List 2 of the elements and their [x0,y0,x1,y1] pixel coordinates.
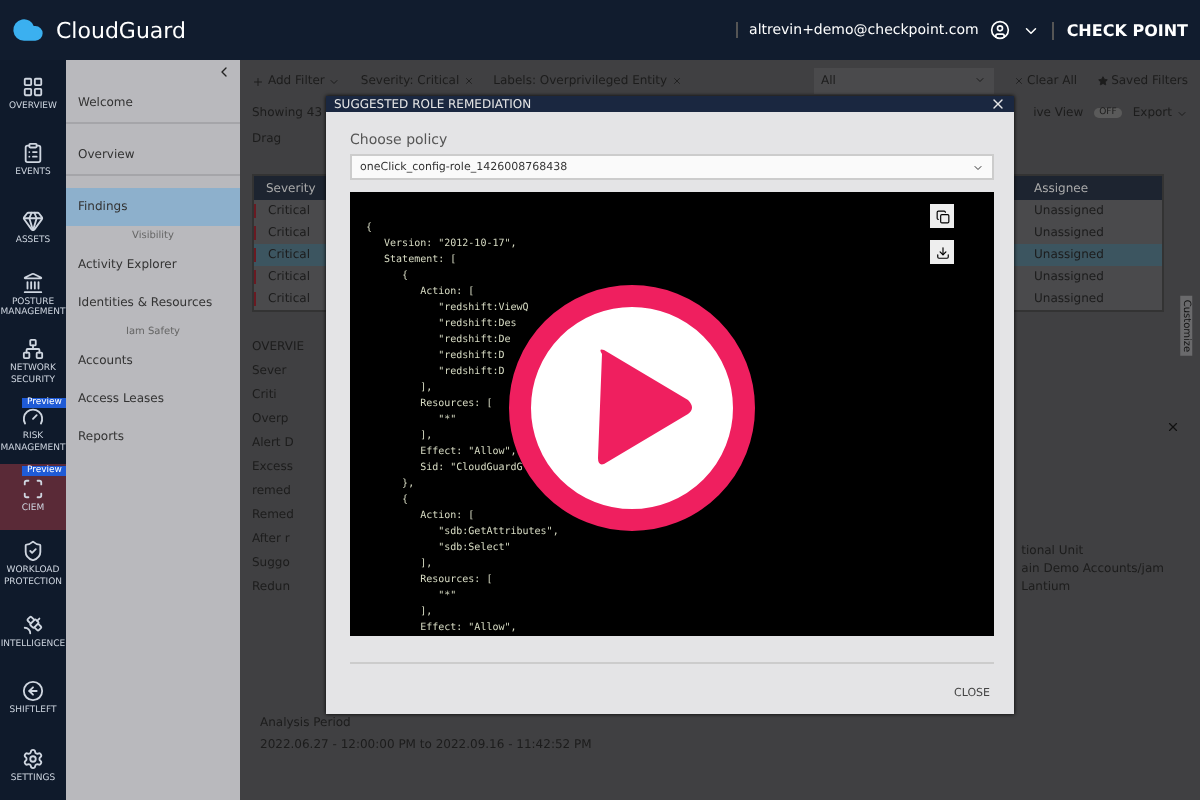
brand-logo: CHECK POINT [1052,21,1188,39]
product-name: CloudGuard [56,17,186,43]
